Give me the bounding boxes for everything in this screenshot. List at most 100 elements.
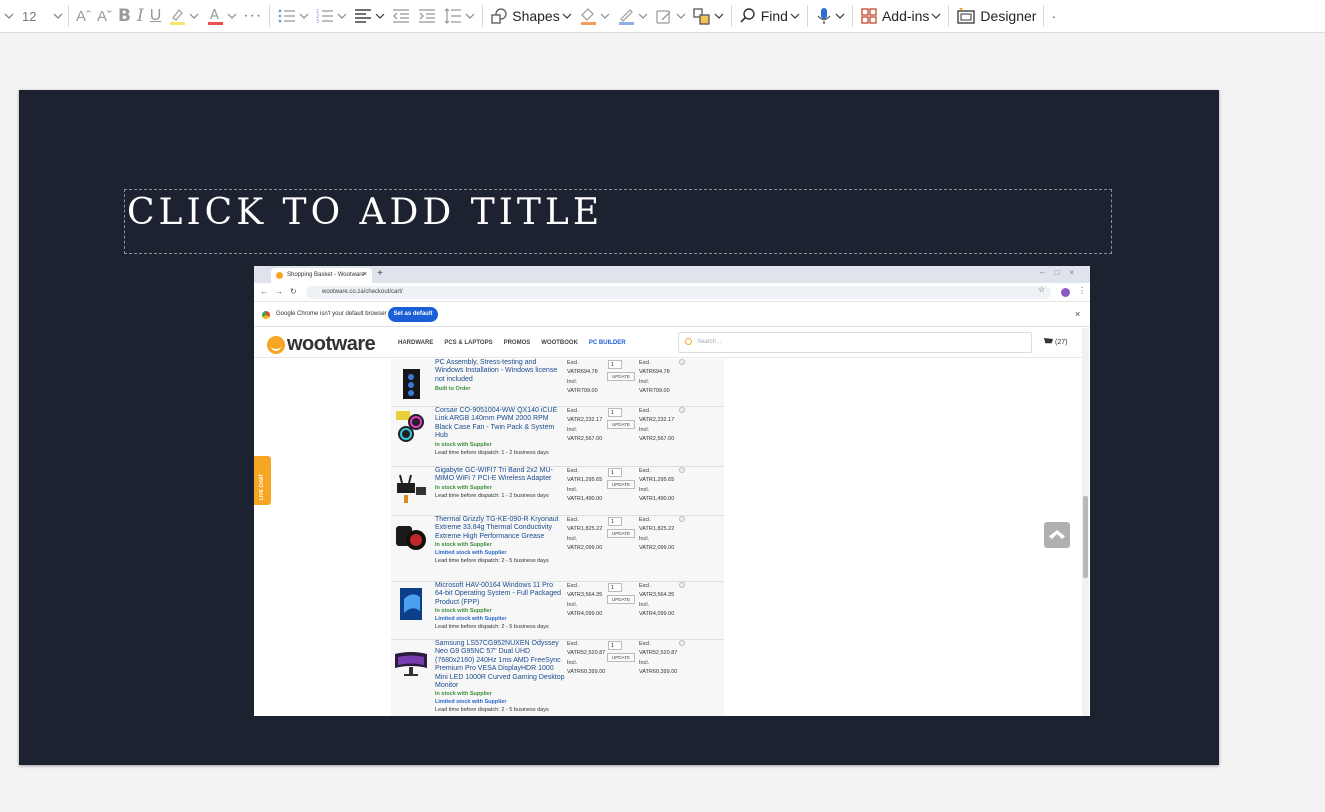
svg-text:3: 3 xyxy=(316,19,319,25)
favicon-icon xyxy=(276,272,283,279)
cart-row: Corsair CO-9051004-WW QX140 iCUE Link AR… xyxy=(391,407,724,467)
underline-icon: U xyxy=(149,7,162,24)
cart-row: Samsung LS57CG952NUXEN Odyssey Neo G9 G9… xyxy=(391,640,724,716)
update-button: UPDATE xyxy=(607,653,635,662)
logo-text: wootware xyxy=(287,333,376,355)
address-bar: wootware.co.za/checkout/cart/ xyxy=(306,286,1051,299)
cart-item-title: Microsoft HAV-00164 Windows 11 Pro 64-bi… xyxy=(435,582,562,606)
incl-label: Incl. xyxy=(567,601,578,608)
stock-status: In stock with Supplier xyxy=(435,608,492,615)
designer-label: Designer xyxy=(980,8,1037,24)
browser-toolbar: ←→↻ wootware.co.za/checkout/cart/ ☆ ⋮ xyxy=(254,283,1090,302)
line-spacing-button[interactable] xyxy=(440,3,478,29)
increase-indent-button[interactable] xyxy=(414,3,440,29)
font-size-dropdown[interactable]: 12 xyxy=(18,4,64,28)
ribbon-divider xyxy=(730,5,732,27)
remove-item-icon xyxy=(679,640,685,646)
designer-button[interactable]: Designer xyxy=(953,3,1039,29)
decrease-indent-button[interactable] xyxy=(388,3,414,29)
microphone-icon xyxy=(817,8,831,24)
shape-outline-button[interactable] xyxy=(613,3,651,29)
excl-label: Excl. xyxy=(639,408,651,414)
subtotal-column: Excl. VATR1,825.22 Incl. VATR2,099.00 xyxy=(639,516,679,554)
scrollbar-thumb xyxy=(1083,496,1088,578)
close-icon: × xyxy=(1075,309,1081,319)
font-color-icon: A xyxy=(208,8,224,25)
title-placeholder[interactable]: CLICK TO ADD TITLE xyxy=(124,189,1112,254)
incl-label: Incl. xyxy=(567,378,578,385)
bullet-list-icon xyxy=(278,9,296,23)
site-nav: HARDWARE PCS & LAPTOPS PROMOS WOOTBOOK P… xyxy=(398,340,626,346)
chevron-down-icon xyxy=(299,13,309,19)
font-size-value: 12 xyxy=(22,8,37,24)
italic-button[interactable]: I xyxy=(134,3,147,29)
excl-label: Excl. xyxy=(639,360,651,366)
subtotal-incl: VATR60,399.00 xyxy=(639,669,678,676)
default-browser-notice: Google Chrome isn't your default browser… xyxy=(254,303,1090,327)
nav-item: PCS & LAPTOPS xyxy=(444,340,493,346)
update-button: UPDATE xyxy=(607,480,635,489)
incl-label: Incl. xyxy=(567,426,578,433)
bullets-button[interactable] xyxy=(274,3,312,29)
live-chat-tab: LIVE CHAT xyxy=(254,456,271,505)
shape-effects-button[interactable] xyxy=(651,3,689,29)
paint-bucket-icon xyxy=(580,8,596,25)
addins-button[interactable]: Add-ins xyxy=(857,3,944,29)
slide[interactable]: CLICK TO ADD TITLE Shopping Basket - Woo… xyxy=(19,90,1219,765)
cart-count: (27) xyxy=(1055,339,1068,346)
remove-item-icon xyxy=(679,582,685,588)
subtotal-column: Excl. VATR694.78 Incl. VATR799.00 xyxy=(639,359,679,397)
logo-face-icon xyxy=(267,335,285,354)
highlight-color-button[interactable] xyxy=(164,3,202,29)
quantity-field: 1 xyxy=(608,517,622,526)
embedded-screenshot[interactable]: Shopping Basket - Wootware × + –□× ←→↻ w… xyxy=(254,266,1090,716)
excl-label: Excl. xyxy=(639,641,651,647)
nav-item: WOOTBOOK xyxy=(541,340,578,346)
subtotal-incl: VATR799.00 xyxy=(639,388,670,395)
price-excl: VATR52,520.87 xyxy=(567,650,606,657)
line-spacing-icon xyxy=(444,8,462,24)
bold-button[interactable]: B xyxy=(115,3,134,29)
cart-row: PC Assembly, Stress-testing and Windows … xyxy=(391,359,724,407)
more-formatting-button[interactable]: ··· xyxy=(240,3,265,29)
remove-item-icon xyxy=(679,407,685,413)
ribbon-divider xyxy=(68,5,69,27)
shapes-button[interactable]: Shapes xyxy=(487,3,574,29)
underline-button[interactable]: U xyxy=(147,3,165,29)
grow-font-button[interactable]: Aˆ xyxy=(73,3,94,29)
find-button[interactable]: Find xyxy=(736,3,803,29)
chevron-down-icon xyxy=(189,13,199,19)
stock-status: In stock with Supplier xyxy=(435,542,492,549)
subtotal-column: Excl. VATR2,232.17 Incl. VATR2,567.00 xyxy=(639,407,679,445)
update-button: UPDATE xyxy=(607,529,635,538)
shrink-font-button[interactable]: Aˇ xyxy=(94,3,115,29)
arrange-button[interactable] xyxy=(689,3,727,29)
incl-label: Incl. xyxy=(639,659,650,666)
nav-item: PC BUILDER xyxy=(588,340,626,346)
site-header: wootware HARDWARE PCS & LAPTOPS PROMOS W… xyxy=(254,328,1084,358)
excl-label: Excl. xyxy=(567,468,579,474)
ribbon-divider xyxy=(1043,5,1045,27)
shapes-label: Shapes xyxy=(512,8,560,24)
ribbon-overflow-button[interactable]: · xyxy=(1048,3,1059,29)
font-name-dropdown[interactable] xyxy=(0,3,18,29)
price-column: Excl. VATR1,825.22 Incl. VATR2,099.00 xyxy=(567,516,607,554)
cart-item-title: Thermal Grizzly TG-KE-090-R Kryonaut Ext… xyxy=(435,516,559,540)
italic-icon: I xyxy=(136,6,144,26)
lead-time: Lead time before dispatch: 2 - 5 busines… xyxy=(435,624,549,631)
chrome-logo-icon xyxy=(262,311,270,319)
subtotal-column: Excl. VATR1,295.65 Incl. VATR1,490.00 xyxy=(639,467,679,505)
chevron-down-icon xyxy=(465,13,475,19)
window-controls-icon: –□× xyxy=(1040,268,1084,277)
font-color-button[interactable]: A xyxy=(202,3,240,29)
price-excl: VATR2,232.17 xyxy=(567,417,603,424)
price-incl: VATR1,490.00 xyxy=(567,496,603,503)
dictate-button[interactable] xyxy=(812,3,848,29)
remove-item-icon xyxy=(679,359,685,365)
shape-fill-button[interactable] xyxy=(575,3,613,29)
align-button[interactable] xyxy=(350,3,388,29)
windows-box-thumbnail xyxy=(400,588,422,620)
addins-grid-icon xyxy=(861,8,877,24)
numbering-button[interactable]: 123 xyxy=(312,3,350,29)
excl-label: Excl. xyxy=(567,583,579,589)
